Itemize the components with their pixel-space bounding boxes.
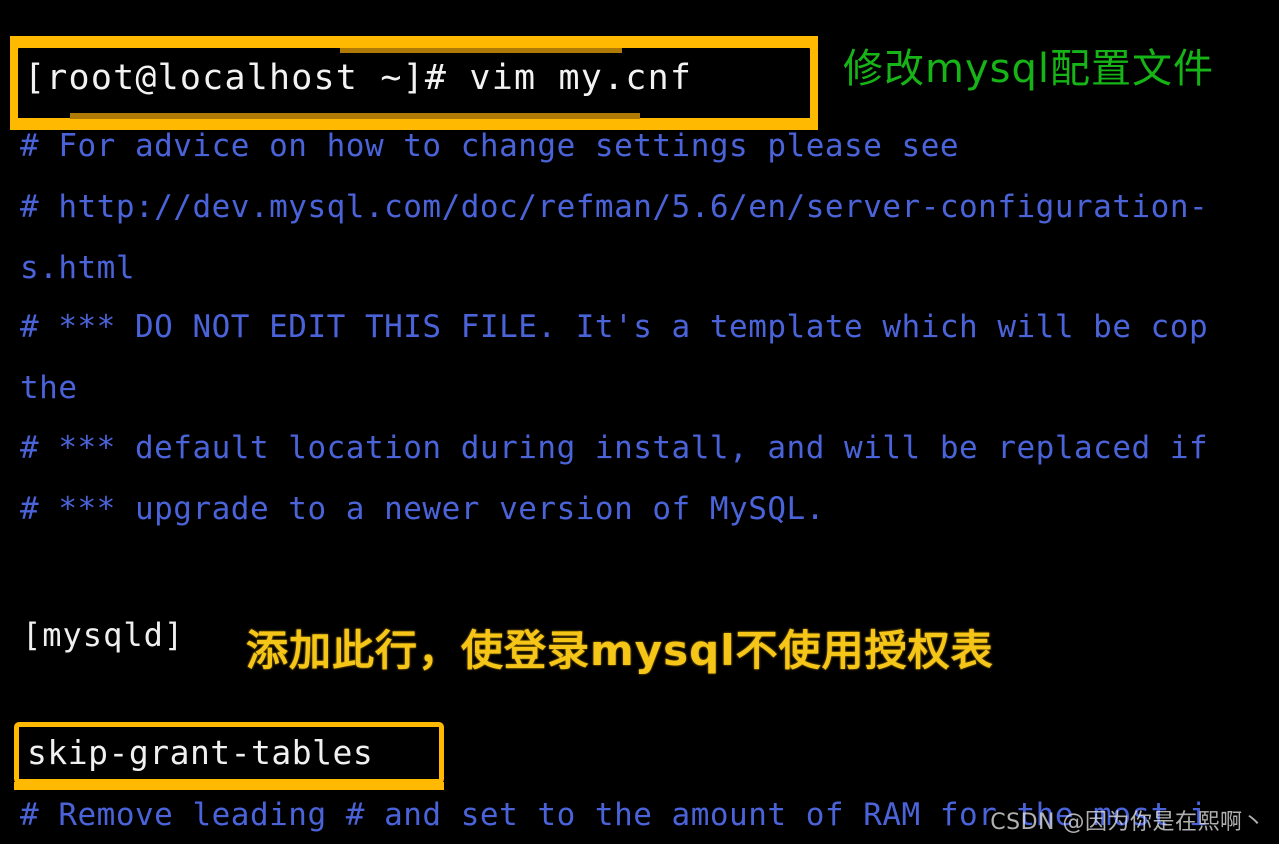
config-line-url-wrap: s.html	[20, 250, 135, 286]
config-directive-skip-grant-tables: skip-grant-tables	[27, 733, 374, 772]
config-section-mysqld: [mysqld]	[22, 616, 185, 654]
annotation-text-modify-config: 修改mysql配置文件	[843, 46, 1214, 92]
annotation-box-prompt	[10, 40, 818, 128]
config-line-advice: # For advice on how to change settings p…	[20, 128, 960, 164]
config-line-url: # http://dev.mysql.com/doc/refman/5.6/en…	[20, 189, 1209, 225]
csdn-watermark: CSDN @因为你是在熙啊丶	[990, 810, 1265, 835]
config-line-do-not-edit-wrap: the	[20, 370, 78, 406]
config-line-default-location: # *** default location during install, a…	[20, 430, 1209, 466]
config-line-do-not-edit: # *** DO NOT EDIT THIS FILE. It's a temp…	[20, 309, 1209, 345]
terminal-window: [root@localhost ~]# vim my.cnf # For adv…	[0, 0, 1279, 844]
annotation-text-add-this-line: 添加此行，使登录mysql不使用授权表	[246, 626, 994, 675]
config-line-upgrade: # *** upgrade to a newer version of MySQ…	[20, 491, 825, 527]
